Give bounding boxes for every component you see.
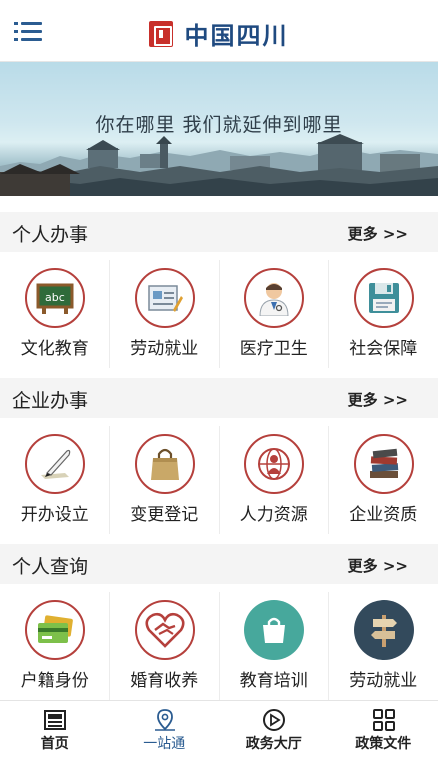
more-link[interactable]: 更多 >> [348,223,408,244]
service-label: 劳动就业 [349,671,418,691]
nav-item-government-hall[interactable]: 政务大厅 [219,701,329,762]
more-link[interactable]: 更多 >> [348,555,408,576]
service-label: 人力资源 [239,505,308,525]
service-grid-personal-query: 户籍身份 婚育收养 教育培训 劳动就业 [0,584,438,700]
service-item-establishment[interactable]: 开办设立 [0,418,110,542]
service-label: 企业资质 [349,505,418,525]
page-title: 中国四川 [184,21,289,50]
service-item-culture-education[interactable]: abc 文化教育 [0,252,110,376]
service-grid-enterprise-affairs: 开办设立 变更登记 人力资源 企业资质 [0,418,438,542]
more-link[interactable]: 更多 >> [348,389,408,410]
bottom-nav: 首页 一站通 政务大厅 政策文件 [0,700,438,762]
signpost-icon [353,600,414,660]
brand: 中国四川 [0,16,438,50]
bag-icon [244,600,304,660]
service-label: 户籍身份 [20,671,89,691]
service-grid-personal-affairs: abc 文化教育 劳动就业 医疗卫生 社会保障 [0,252,438,376]
service-label: 开办设立 [20,505,89,525]
nav-label: 首页 [40,736,69,752]
books-stack-icon [353,434,414,494]
floppy-disk-icon [353,268,414,328]
nav-label: 一站通 [143,736,186,752]
service-label: 医疗卫生 [239,339,308,359]
document-pen-icon [134,268,195,328]
section-title: 企业办事 [12,390,89,412]
nav-item-policy-documents[interactable]: 政策文件 [329,701,438,762]
section-title: 个人查询 [12,556,89,578]
service-item-marriage-adoption[interactable]: 婚育收养 [110,584,220,700]
service-item-labor-employment-query[interactable]: 劳动就业 [329,584,438,700]
nav-label: 政策文件 [355,736,412,752]
nav-label: 政务大厅 [245,736,302,752]
service-label: 劳动就业 [130,339,199,359]
doctor-icon [244,268,304,328]
service-item-human-resources[interactable]: 人力资源 [219,418,329,542]
section-title: 个人办事 [12,224,89,246]
nav-item-home[interactable]: 首页 [0,701,110,762]
id-cards-icon [25,600,85,660]
grid-icon [370,708,398,732]
service-item-social-security[interactable]: 社会保障 [329,252,438,376]
service-item-household-identity[interactable]: 户籍身份 [0,584,110,700]
service-label: 变更登记 [130,505,199,525]
service-item-medical-health[interactable]: 医疗卫生 [219,252,329,376]
service-label: 婚育收养 [130,671,199,691]
city-skyline-illustration [0,134,438,196]
service-label: 文化教育 [20,339,89,359]
service-item-enterprise-qualification[interactable]: 企业资质 [329,418,438,542]
location-pin-icon [151,708,179,732]
seal-logo-icon [149,20,174,47]
section-header-enterprise-affairs: 企业办事 更多 >> [0,378,438,418]
section-header-personal-affairs: 个人办事 更多 >> [0,212,438,252]
app-header: 中国四川 [0,0,438,62]
service-item-change-registration[interactable]: 变更登记 [110,418,220,542]
banner[interactable]: 你在哪里 我们就延伸到哪里 [0,62,438,196]
svg-text:abc: abc [45,291,65,304]
nav-item-one-stop[interactable]: 一站通 [110,701,220,762]
play-circle-icon [260,708,288,732]
service-label: 教育培训 [239,671,308,691]
people-globe-icon [244,434,304,494]
chalkboard-icon: abc [25,268,85,328]
heart-handshake-icon [134,600,195,660]
service-item-labor-employment[interactable]: 劳动就业 [110,252,220,376]
newspaper-icon [41,708,69,732]
section-header-personal-query: 个人查询 更多 >> [0,544,438,584]
service-item-education-training[interactable]: 教育培训 [219,584,329,700]
shopping-bag-icon [134,434,195,494]
service-label: 社会保障 [349,339,418,359]
quill-pen-icon [25,434,85,494]
